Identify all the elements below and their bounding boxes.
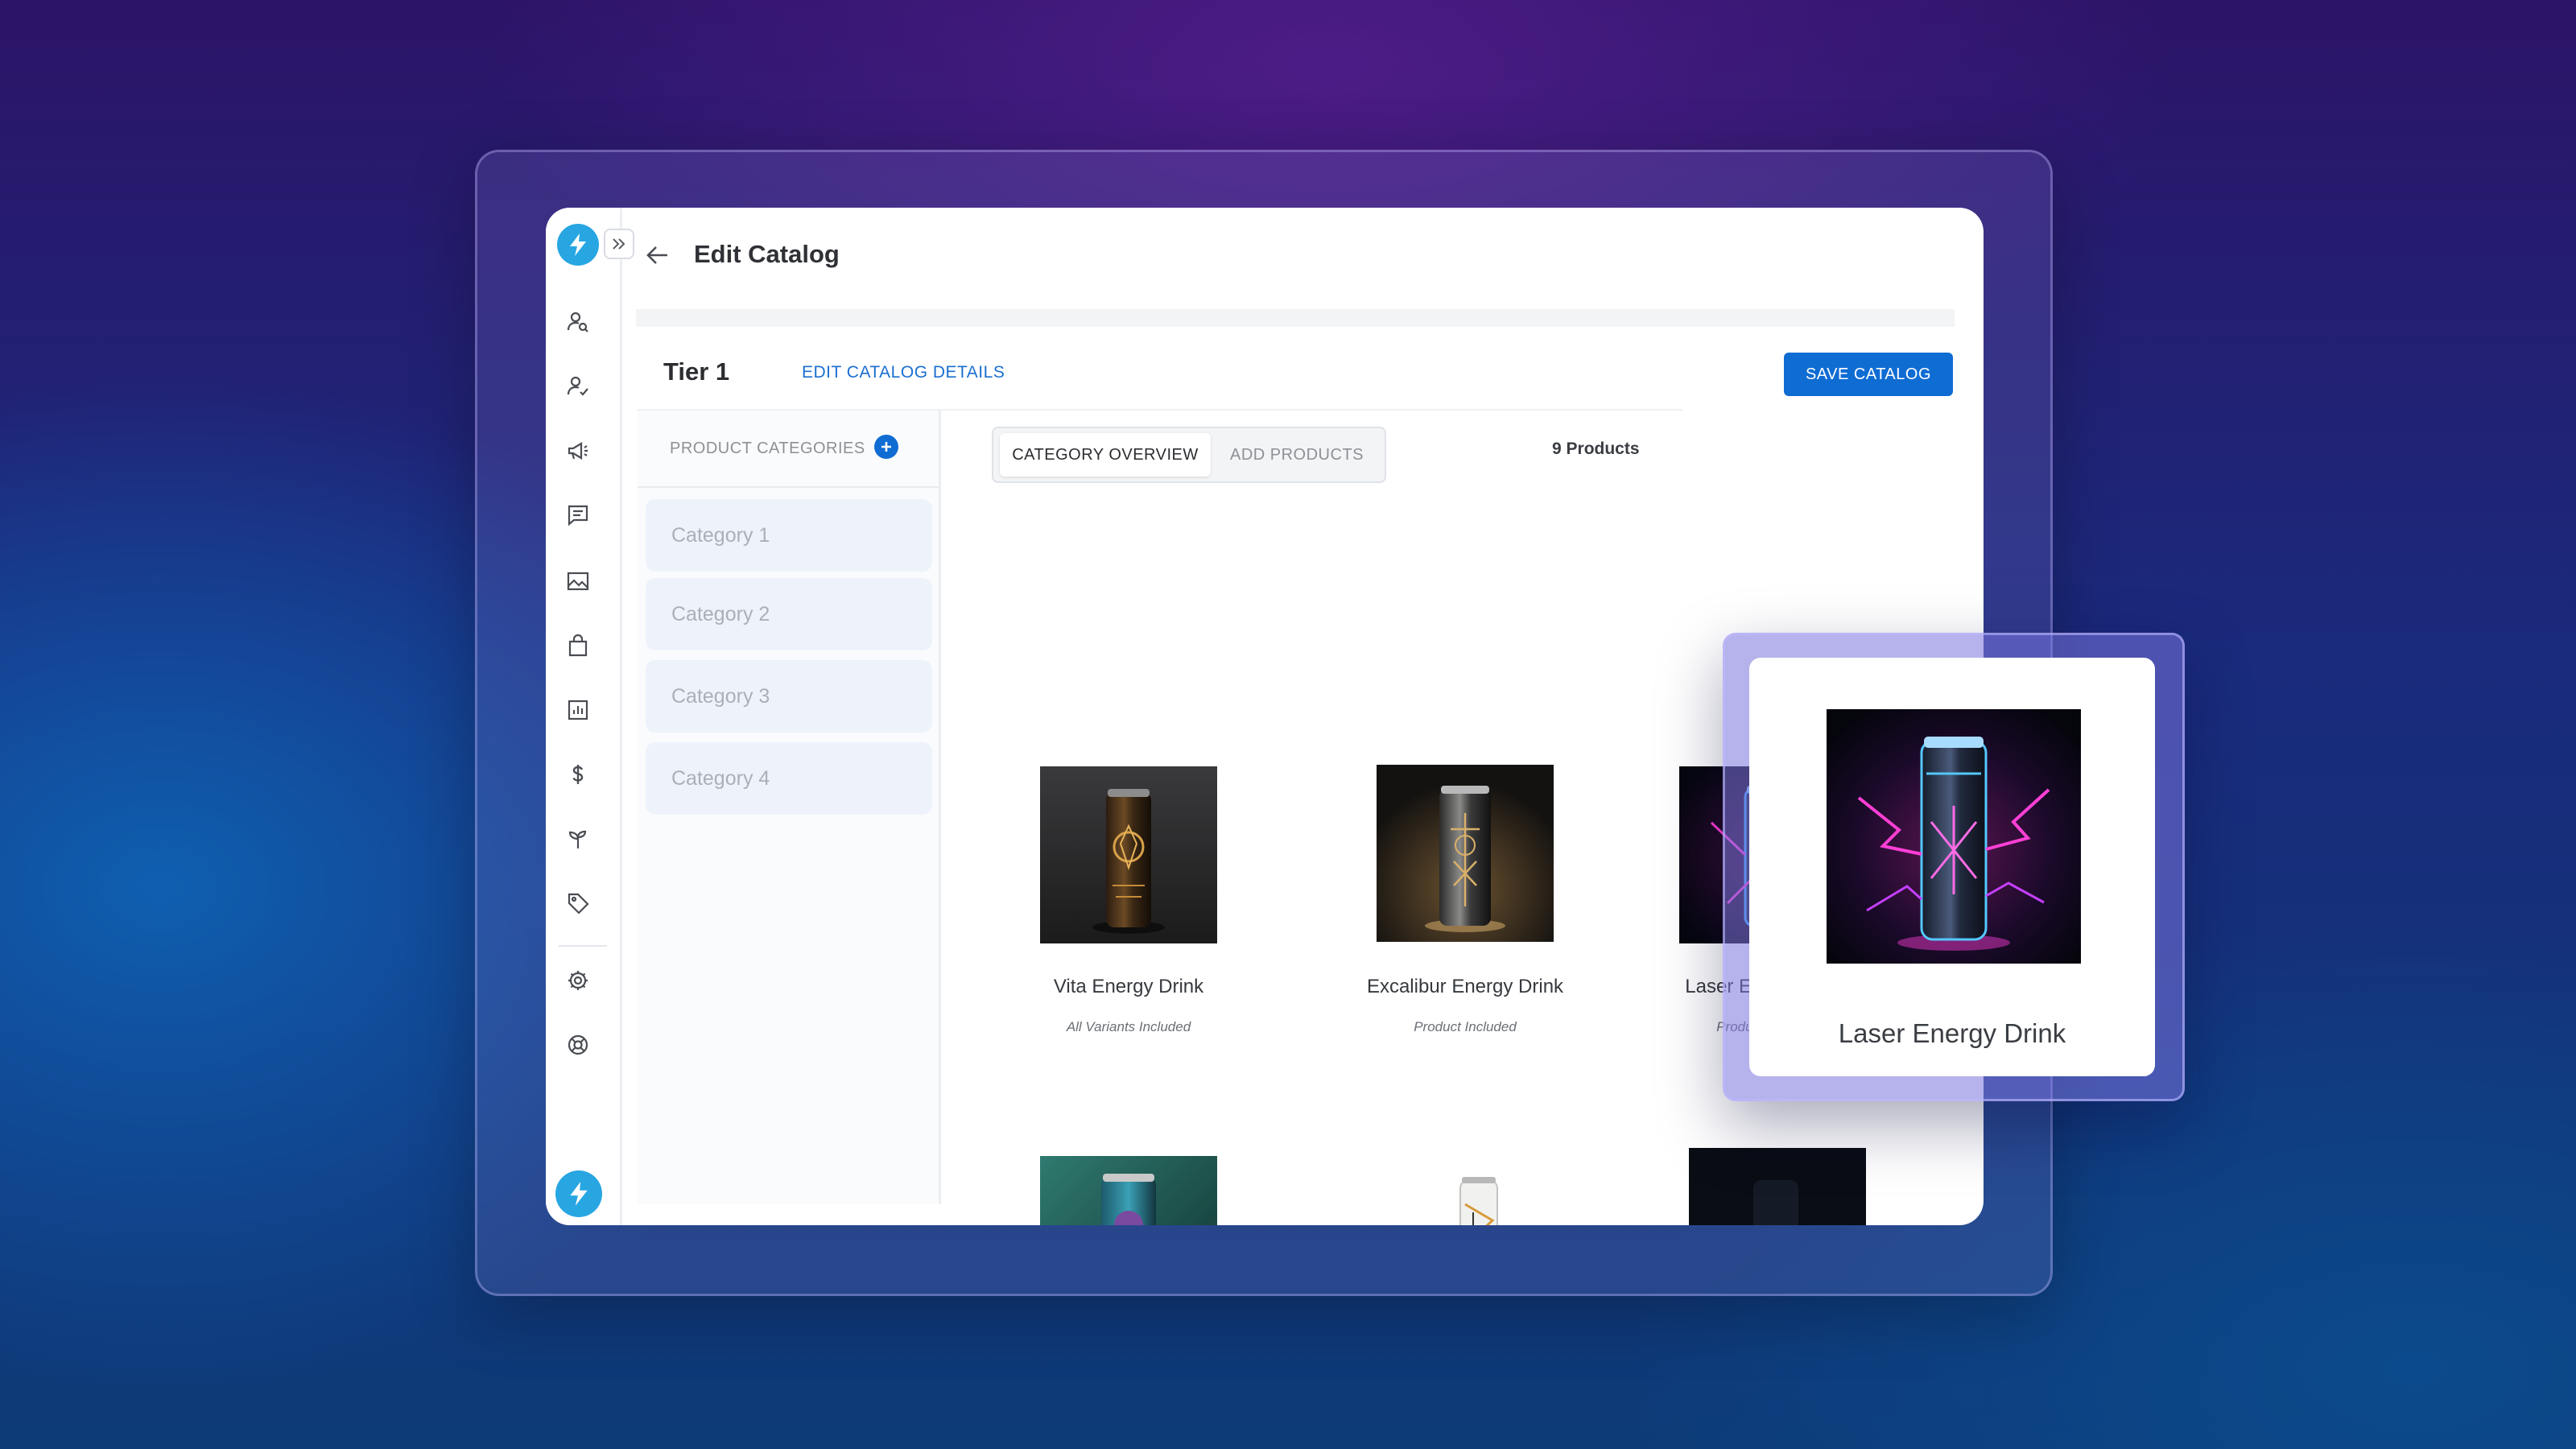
category-item[interactable]: Category 4 <box>646 742 932 815</box>
user-check-icon[interactable] <box>564 372 592 401</box>
header-divider-strip <box>636 309 1955 327</box>
product-name: Excalibur Energy Drink <box>1366 976 1564 997</box>
category-header-divider <box>638 486 939 488</box>
lightning-logo-icon[interactable] <box>557 224 599 266</box>
product-categories-header: PRODUCT CATEGORIES <box>670 440 865 457</box>
lightning-logo-bottom-icon[interactable] <box>555 1170 602 1217</box>
image-icon[interactable] <box>564 567 592 596</box>
tag-icon[interactable] <box>564 889 592 918</box>
preview-image <box>1827 709 2081 964</box>
product-image <box>1377 765 1554 942</box>
back-arrow-icon[interactable] <box>646 245 670 269</box>
product-name: Vita Energy Drink <box>1053 976 1204 997</box>
tab-add-products[interactable]: ADD PRODUCTS <box>1216 433 1378 477</box>
megaphone-icon[interactable] <box>564 436 592 465</box>
sidebar-rail <box>546 208 622 1225</box>
bar-chart-icon[interactable] <box>564 696 592 724</box>
product-note: Product Included <box>1414 1019 1517 1034</box>
product-count: 9 Products <box>1552 440 1640 458</box>
product-preview-popover: Laser Energy Drink <box>1723 633 2185 1101</box>
product-image <box>1377 1156 1554 1225</box>
chat-icon[interactable] <box>564 501 592 530</box>
product-preview-card[interactable]: Laser Energy Drink <box>1749 658 2155 1076</box>
add-category-button[interactable] <box>874 435 898 459</box>
product-note: All Variants Included <box>1066 1019 1191 1034</box>
sidebar-divider <box>559 945 607 947</box>
save-catalog-button[interactable]: SAVE CATALOG <box>1784 353 1953 396</box>
shopping-bag-icon[interactable] <box>564 631 592 660</box>
double-chevron-right-icon <box>613 238 625 250</box>
preview-product-name: Laser Energy Drink <box>1838 1018 2066 1048</box>
dollar-icon[interactable] <box>564 760 592 789</box>
gear-icon[interactable] <box>564 966 592 995</box>
page-title: Edit Catalog <box>694 240 840 268</box>
edit-catalog-details-link[interactable]: EDIT CATALOG DETAILS <box>802 363 1005 382</box>
view-tabs: CATEGORY OVERVIEW ADD PRODUCTS <box>992 427 1386 483</box>
sprout-icon[interactable] <box>564 824 592 853</box>
category-column: PRODUCT CATEGORIES Category 1 Category 2… <box>638 411 941 1204</box>
category-item[interactable]: Category 3 <box>646 660 932 733</box>
top-bar: Edit Catalog <box>620 208 1984 304</box>
plus-icon <box>881 442 891 452</box>
product-image <box>1689 1148 1866 1225</box>
product-image <box>1040 766 1217 943</box>
product-image <box>1040 1156 1217 1225</box>
lifebuoy-icon[interactable] <box>564 1030 592 1059</box>
user-search-icon[interactable] <box>564 308 592 336</box>
category-item[interactable]: Category 2 <box>646 578 932 650</box>
tab-category-overview[interactable]: CATEGORY OVERVIEW <box>1000 433 1211 477</box>
category-item[interactable]: Category 1 <box>646 499 932 572</box>
expand-sidebar-button[interactable] <box>604 229 634 259</box>
catalog-name: Tier 1 <box>663 357 730 386</box>
